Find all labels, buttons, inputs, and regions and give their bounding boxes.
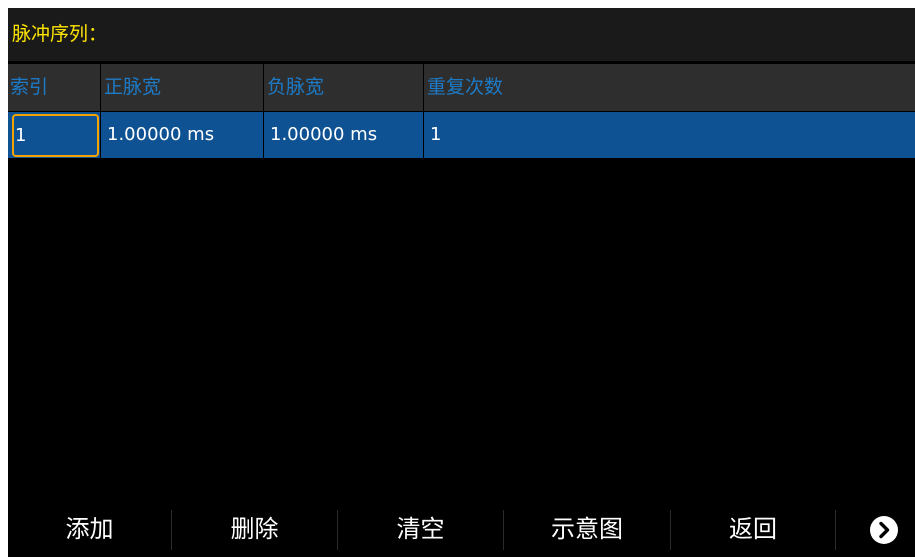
table-header: 索引 正脉宽 负脉宽 重复次数 [8,64,915,111]
title-bar: 脉冲序列： [8,8,915,61]
column-header-negative-width: 负脉宽 [263,64,423,111]
table-row[interactable]: 1 1.00000 ms 1.00000 ms 1 [8,112,915,158]
add-button[interactable]: 添加 [8,502,171,557]
diagram-button[interactable]: 示意图 [504,502,670,557]
softkey-divider [835,510,836,550]
positive-width-cell[interactable]: 1.00000 ms [100,112,263,158]
column-header-index: 索引 [10,76,49,98]
delete-button[interactable]: 删除 [172,502,337,557]
repeat-count-cell[interactable]: 1 [423,112,915,158]
negative-width-cell[interactable]: 1.00000 ms [263,112,423,158]
chevron-right-circle-icon[interactable] [870,516,898,544]
pulse-sequence-screen: 脉冲序列： 索引 正脉宽 负脉宽 重复次数 1 1.00000 ms 1.000… [8,8,915,557]
back-button[interactable]: 返回 [671,502,835,557]
page-title: 脉冲序列： [12,23,108,45]
column-header-positive-width: 正脉宽 [100,64,263,111]
clear-button[interactable]: 清空 [338,502,503,557]
softkey-bar: 添加 删除 清空 示意图 返回 [8,502,915,557]
column-header-repeat-count: 重复次数 [423,64,915,111]
index-cell[interactable]: 1 [12,114,99,157]
